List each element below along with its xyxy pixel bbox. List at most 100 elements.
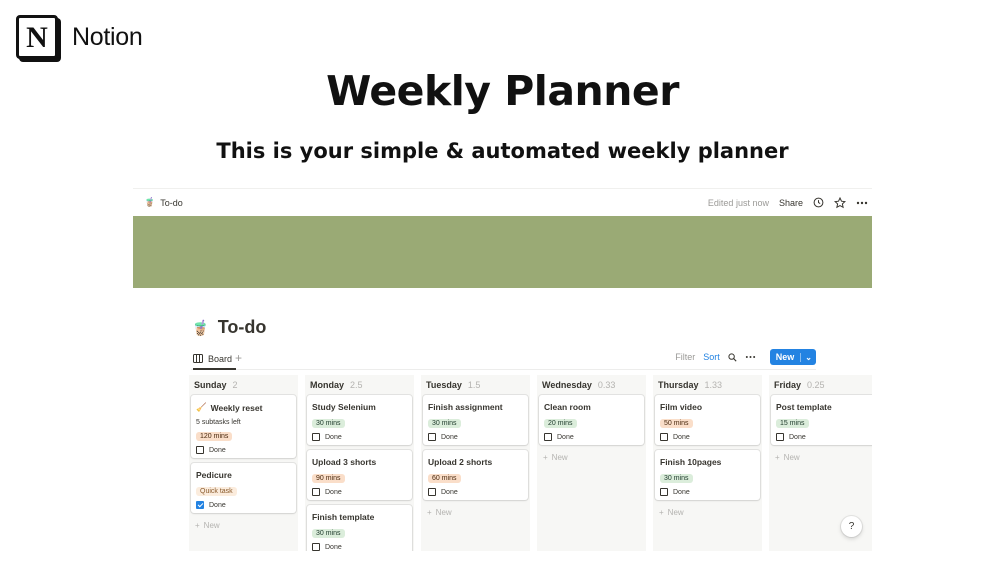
column-title[interactable]: Tuesday	[426, 380, 462, 390]
done-checkbox[interactable]	[196, 446, 204, 454]
done-label: Done	[557, 433, 574, 441]
done-checkbox[interactable]	[312, 433, 320, 441]
done-checkbox[interactable]	[660, 433, 668, 441]
column-header[interactable]: Thursday 1.33	[655, 375, 760, 395]
task-title[interactable]: Finish assignment	[428, 402, 523, 412]
page-title-emoji-icon[interactable]: 🧋	[191, 319, 210, 337]
add-card-button[interactable]: + New	[655, 505, 760, 520]
column-title[interactable]: Thursday	[658, 380, 699, 390]
page-cover[interactable]	[133, 216, 872, 288]
breadcrumb-page-name[interactable]: To-do	[160, 198, 183, 208]
task-card[interactable]: Upload 2 shorts 60 mins Done	[423, 450, 528, 500]
done-label: Done	[325, 433, 342, 441]
task-card[interactable]: Pedicure Quick task Done	[191, 463, 296, 513]
new-button-label[interactable]: New	[776, 352, 795, 362]
done-checkbox[interactable]	[428, 488, 436, 496]
subtasks-count: 5 subtasks left	[196, 419, 241, 426]
done-checkbox-row[interactable]: Done	[544, 433, 639, 441]
done-checkbox-row[interactable]: Done	[196, 501, 291, 509]
duration-tag: 30 mins	[428, 419, 461, 428]
done-checkbox[interactable]	[428, 433, 436, 441]
task-card[interactable]: Film video 50 mins Done	[655, 395, 760, 445]
duration-tag: 30 mins	[312, 529, 345, 538]
new-button[interactable]: New ⌄	[769, 349, 816, 365]
chevron-down-icon[interactable]: ⌄	[800, 352, 816, 362]
add-card-button[interactable]: + New	[191, 518, 296, 533]
search-icon[interactable]	[728, 352, 737, 362]
breadcrumb[interactable]: 🧋 To-do	[144, 197, 183, 208]
task-title[interactable]: Upload 3 shorts	[312, 457, 407, 467]
tab-board[interactable]: Board	[193, 349, 237, 370]
done-checkbox[interactable]	[776, 433, 784, 441]
task-card[interactable]: Upload 3 shorts 90 mins Done	[307, 450, 412, 500]
done-label: Done	[441, 488, 458, 496]
done-checkbox[interactable]	[544, 433, 552, 441]
add-card-label: New	[667, 508, 684, 517]
task-title[interactable]: Post template	[776, 402, 871, 412]
add-card-label: New	[203, 521, 220, 530]
board: Sunday 2 🧹 Weekly reset 5 subtasks left …	[189, 375, 872, 551]
done-checkbox-row[interactable]: Done	[196, 446, 291, 454]
task-card[interactable]: Study Selenium 30 mins Done	[307, 395, 412, 445]
notion-logo: N Notion	[16, 15, 143, 59]
column-header[interactable]: Sunday 2	[191, 375, 296, 395]
column-header[interactable]: Wednesday 0.33	[539, 375, 644, 395]
task-title[interactable]: Finish template	[312, 512, 407, 522]
done-checkbox-row[interactable]: Done	[660, 433, 755, 441]
favorite-star-icon[interactable]	[834, 196, 846, 209]
add-card-button[interactable]: + New	[423, 505, 528, 520]
task-title[interactable]: Film video	[660, 402, 755, 412]
add-card-button[interactable]: + New	[539, 450, 644, 465]
done-checkbox-row[interactable]: Done	[312, 543, 407, 551]
task-title[interactable]: 🧹 Weekly reset	[196, 402, 291, 413]
task-title[interactable]: Clean room	[544, 402, 639, 412]
column-count: 1.33	[704, 380, 723, 390]
task-card[interactable]: 🧹 Weekly reset 5 subtasks left 120 mins …	[191, 395, 296, 458]
done-checkbox[interactable]	[196, 501, 204, 509]
done-label: Done	[789, 433, 806, 441]
task-title[interactable]: Pedicure	[196, 470, 291, 480]
filter-button[interactable]: Filter	[675, 352, 695, 362]
column-count: 1.5	[467, 380, 481, 390]
task-card[interactable]: Finish 10pages 30 mins Done	[655, 450, 760, 500]
column-header[interactable]: Tuesday 1.5	[423, 375, 528, 395]
add-view-button[interactable]: +	[235, 351, 242, 365]
column-count: 2	[232, 380, 238, 390]
task-card[interactable]: Post template 15 mins Done	[771, 395, 872, 445]
done-checkbox-row[interactable]: Done	[312, 433, 407, 441]
task-card[interactable]: Finish assignment 30 mins Done	[423, 395, 528, 445]
done-checkbox-row[interactable]: Done	[428, 433, 523, 441]
more-options-icon[interactable]	[856, 201, 868, 205]
task-title[interactable]: Finish 10pages	[660, 457, 755, 467]
task-card[interactable]: Clean room 20 mins Done	[539, 395, 644, 445]
plus-icon: +	[195, 521, 200, 530]
updates-clock-icon[interactable]	[813, 197, 824, 208]
column-title[interactable]: Friday	[774, 380, 801, 390]
done-checkbox-row[interactable]: Done	[428, 488, 523, 496]
done-checkbox-row[interactable]: Done	[660, 488, 755, 496]
column-count: 2.5	[350, 380, 363, 390]
plus-icon: +	[543, 453, 548, 462]
done-checkbox[interactable]	[312, 488, 320, 496]
add-card-button[interactable]: + New	[771, 450, 872, 465]
done-checkbox[interactable]	[312, 543, 320, 551]
task-title[interactable]: Study Selenium	[312, 402, 407, 412]
column-header[interactable]: Friday 0.25	[771, 375, 872, 395]
column-header[interactable]: Monday 2.5	[307, 375, 412, 395]
task-title[interactable]: Upload 2 shorts	[428, 457, 523, 467]
column-title[interactable]: Wednesday	[542, 380, 592, 390]
sort-button[interactable]: Sort	[703, 352, 720, 362]
column-title[interactable]: Sunday	[194, 380, 227, 390]
database-view-bar: Board + Filter Sort New ⌄	[191, 349, 816, 370]
done-checkbox[interactable]	[660, 488, 668, 496]
page-title-text[interactable]: To-do	[218, 317, 267, 338]
done-checkbox-row[interactable]: Done	[776, 433, 871, 441]
page-title[interactable]: 🧋 To-do	[191, 317, 266, 338]
duration-tag: 60 mins	[428, 474, 461, 483]
help-button[interactable]: ?	[841, 516, 862, 537]
more-options-icon[interactable]	[745, 355, 756, 359]
column-title[interactable]: Monday	[310, 380, 344, 390]
share-button[interactable]: Share	[779, 198, 803, 208]
task-card[interactable]: Finish template 30 mins Done	[307, 505, 412, 551]
done-checkbox-row[interactable]: Done	[312, 488, 407, 496]
